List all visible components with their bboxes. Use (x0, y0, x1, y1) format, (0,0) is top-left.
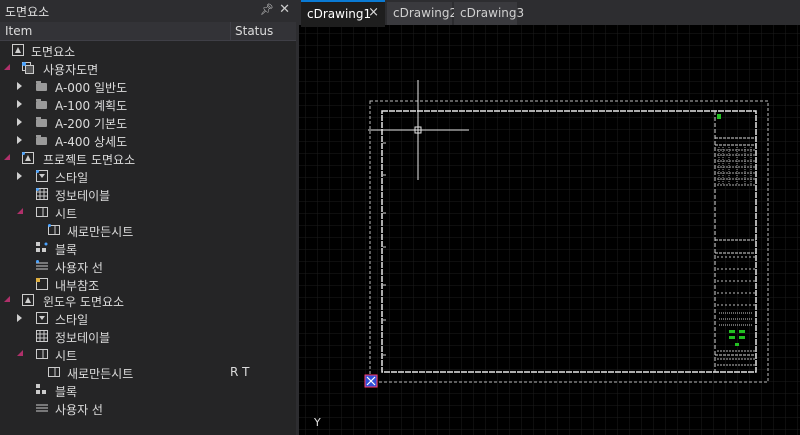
style-icon (36, 170, 48, 182)
sheet-icon (36, 207, 48, 217)
expand-arrow-icon[interactable] (17, 82, 22, 90)
tree-item-window-elements[interactable]: 윈도우 도면요소 (0, 291, 296, 309)
collapse-arrow-icon[interactable] (17, 208, 23, 214)
close-tab-icon[interactable]: × (368, 5, 379, 20)
tree-item-project-style[interactable]: 스타일 (0, 167, 296, 185)
tree-item-label: 정보테이블 (55, 331, 111, 345)
pin-icon[interactable]: 📌︎ (260, 3, 274, 16)
xref-icon (36, 278, 48, 290)
table-icon (36, 188, 48, 200)
tree-item-label: 시트 (55, 349, 78, 363)
line-type-icon (36, 404, 48, 412)
tree-item-window-style[interactable]: 스타일 (0, 309, 296, 327)
drawing-elements-icon (12, 44, 24, 56)
tree-item-window-new-sheet[interactable]: 새로만든시트 R T (0, 363, 296, 381)
expand-arrow-icon[interactable] (17, 118, 22, 126)
tree-item-label: 윈도우 도면요소 (43, 295, 125, 309)
status-value: R T (230, 365, 250, 379)
ucs-axis-label: Y (313, 416, 321, 429)
tree-item-window-sheet[interactable]: 시트 (0, 345, 296, 363)
tab-cdrawing1[interactable]: cDrawing1 × (301, 0, 385, 27)
folder-icon (36, 117, 47, 127)
tab-cdrawing2[interactable]: cDrawing2 (387, 2, 457, 25)
tree-item-label: A-400 상세도 (55, 135, 128, 149)
folder-icon (36, 81, 47, 91)
collapse-arrow-icon[interactable] (17, 350, 23, 356)
tree-item-label: 사용자 선 (55, 261, 103, 275)
tree-item-project-user-line[interactable]: 사용자 선 (0, 257, 296, 275)
tree-item-project-new-sheet[interactable]: 새로만든시트 (0, 221, 296, 239)
document-tab-bar: cDrawing1 × cDrawing2 cDrawing3 + (299, 0, 800, 27)
sheet-icon (48, 224, 60, 235)
tree-item-window-user-line[interactable]: 사용자 선 (0, 399, 296, 417)
collapse-arrow-icon[interactable] (4, 154, 10, 160)
ucs-origin-icon[interactable] (364, 374, 378, 388)
line-type-icon (36, 260, 48, 270)
folder-icon (36, 135, 47, 145)
style-icon (36, 312, 48, 324)
sheet-icon (48, 367, 60, 377)
tree-item-project-info-table[interactable]: 정보테이블 (0, 185, 296, 203)
window-elements-icon (22, 294, 34, 306)
user-drawing-icon (22, 62, 34, 74)
column-header: Item Status (0, 22, 296, 41)
tree-item-a100[interactable]: A-100 계획도 (0, 95, 296, 113)
tree-item-label: A-100 계획도 (55, 99, 128, 113)
tree-item-label: 사용자 선 (55, 403, 103, 417)
column-item[interactable]: Item (5, 24, 32, 38)
tree-item-project-elements[interactable]: 프로젝트 도면요소 (0, 149, 296, 167)
collapse-arrow-icon[interactable] (4, 64, 10, 70)
close-icon[interactable]: ✕ (279, 2, 290, 17)
tree-item-window-info-table[interactable]: 정보테이블 (0, 327, 296, 345)
tree-item-project-sheet[interactable]: 시트 (0, 203, 296, 221)
tree-item-root[interactable]: 도면요소 (0, 41, 296, 59)
tree-item-project-block[interactable]: 블록 (0, 239, 296, 257)
tree-item-user-drawings[interactable]: 사용자도면 (0, 59, 296, 77)
drawing-canvas[interactable]: Y (299, 25, 800, 435)
tree-item-window-block[interactable]: 블록 (0, 381, 296, 399)
tab-cdrawing3[interactable]: cDrawing3 (454, 2, 524, 25)
expand-arrow-icon[interactable] (17, 314, 22, 322)
folder-icon (36, 99, 47, 109)
tree-item-label: 프로젝트 도면요소 (43, 153, 136, 167)
tree-item-label: 스타일 (55, 313, 89, 327)
collapse-arrow-icon[interactable] (4, 296, 10, 302)
expand-arrow-icon[interactable] (17, 136, 22, 144)
tree-item-a400[interactable]: A-400 상세도 (0, 131, 296, 149)
drawing-elements-panel: 도면요소 📌︎ ✕ Item Status 도면요소 사용자도면 A-000 일… (0, 0, 296, 435)
expand-arrow-icon[interactable] (17, 172, 22, 180)
panel-title: 도면요소 (5, 4, 50, 19)
tab-label: cDrawing3 (460, 6, 525, 20)
tree-item-label: 시트 (55, 207, 78, 221)
tree-item-label: A-200 기본도 (55, 117, 128, 131)
drawing-viewport[interactable]: Y (299, 25, 800, 435)
tree-item-a200[interactable]: A-200 기본도 (0, 113, 296, 131)
tree-item-label: 새로만든시트 (67, 367, 134, 381)
tree-item-label: 정보테이블 (55, 189, 111, 203)
expand-arrow-icon[interactable] (17, 100, 22, 108)
tab-label: cDrawing1 (307, 7, 372, 21)
tree-item-label: 도면요소 (31, 45, 76, 59)
tab-label: cDrawing2 (393, 6, 458, 20)
block-icon (36, 242, 48, 252)
sheet-icon (36, 349, 48, 359)
tree-item-label: 사용자도면 (43, 63, 99, 77)
tree-item-label: 새로만든시트 (67, 225, 134, 239)
tree-item-label: 블록 (55, 385, 78, 399)
tree-item-label: 스타일 (55, 171, 89, 185)
panel-title-bar: 도면요소 📌︎ ✕ (0, 0, 296, 22)
column-separator[interactable] (230, 22, 231, 40)
tree-item-a000[interactable]: A-000 일반도 (0, 77, 296, 95)
tree-item-label: 블록 (55, 243, 78, 257)
table-icon (36, 330, 48, 342)
block-icon (36, 384, 46, 394)
column-status[interactable]: Status (235, 24, 273, 38)
project-elements-icon (22, 152, 34, 164)
tree-item-label: A-000 일반도 (55, 81, 128, 95)
